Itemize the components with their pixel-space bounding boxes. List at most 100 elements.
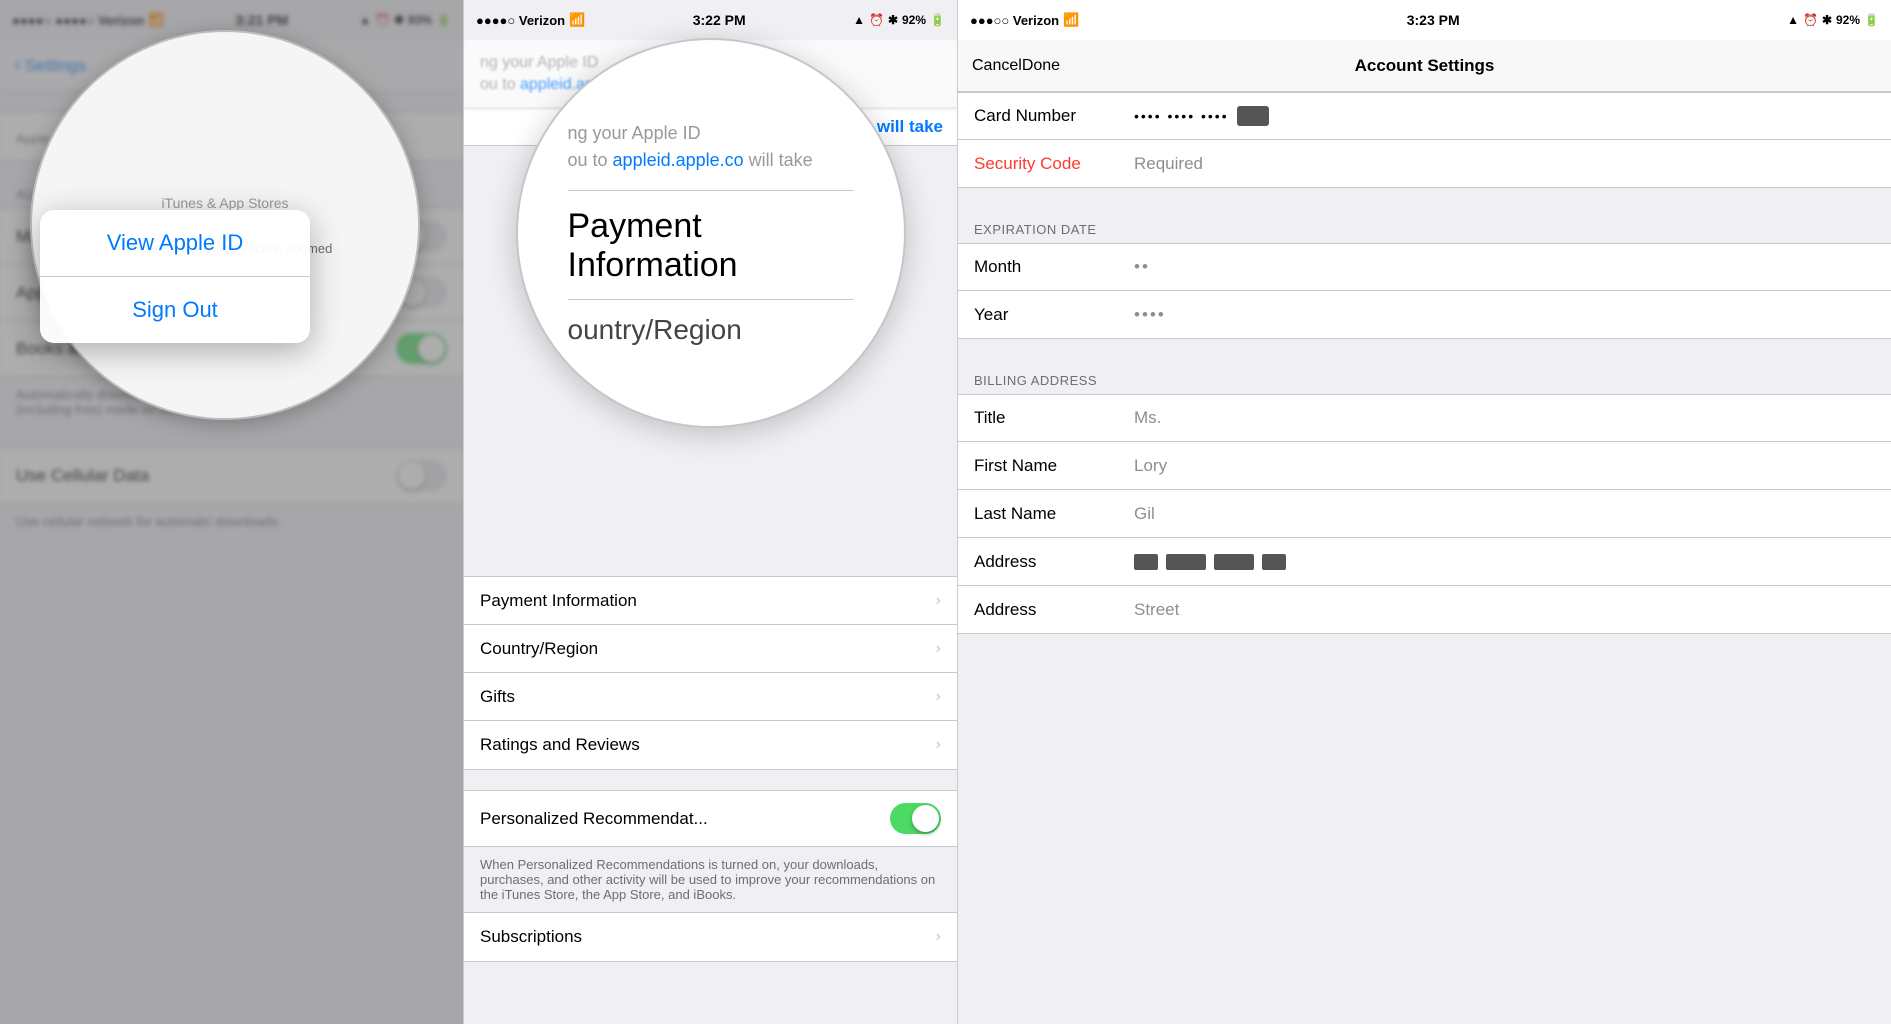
panel2-rows: Payment Information › Country/Region › G… <box>464 576 957 770</box>
panel-1-itunes-app-stores: ●●●●○ ●●●●○ Verizon 📶 3:21 PM ▲ ⏰ ✱ 93% … <box>0 0 463 1024</box>
done-button-3[interactable]: Done <box>1022 57 1060 75</box>
last-name-label: Last Name <box>974 504 1134 524</box>
popup-overlay: iTunes & App Stores Payment Information … <box>0 0 463 1024</box>
view-apple-id-button[interactable]: View Apple ID <box>40 210 310 277</box>
personalized-description: When Personalized Recommendations is tur… <box>464 847 957 912</box>
account-nav: Cancel Account Settings Done <box>958 40 1891 92</box>
year-row[interactable]: Year •••• <box>958 291 1891 339</box>
location-icon-3: ▲ <box>1787 13 1799 27</box>
year-label: Year <box>974 305 1134 325</box>
time-2: 3:22 PM <box>693 12 746 28</box>
address-row-1[interactable]: Address <box>958 538 1891 586</box>
ratings-chevron: › <box>936 736 941 754</box>
addr-block-4 <box>1262 554 1286 570</box>
cancel-button[interactable]: Cancel <box>972 57 1022 75</box>
battery-icon-3: 🔋 <box>1864 13 1879 27</box>
year-dots: •••• <box>1134 305 1166 324</box>
alarm-icon-3: ⏰ <box>1803 13 1818 27</box>
status-left-2: ●●●●○ Verizon 📶 <box>476 12 585 28</box>
alarm-icon-2: ⏰ <box>869 13 884 27</box>
card-number-row[interactable]: Card Number •••• •••• •••• <box>958 92 1891 140</box>
panel-3-account-settings: ●●●○○ Verizon 📶 3:23 PM ▲ ⏰ ✱ 92% 🔋 Canc… <box>957 0 1891 1024</box>
addr-block-3 <box>1214 554 1254 570</box>
magnifier-sub-text: ountry/Region <box>568 314 742 346</box>
card-dots: •••• •••• •••• <box>1134 108 1229 124</box>
card-last-four <box>1237 106 1269 126</box>
carrier-2: ●●●●○ Verizon <box>476 13 565 28</box>
gifts-row[interactable]: Gifts › <box>464 673 957 721</box>
wifi-icon-2: 📶 <box>569 12 585 28</box>
magnifier-circle-2: ng your Apple ID ou to appleid.apple.co … <box>516 38 906 428</box>
magnifier-top: ng your Apple ID ou to appleid.apple.co … <box>568 120 813 174</box>
security-code-row[interactable]: Security Code Required <box>958 140 1891 188</box>
month-row[interactable]: Month •• <box>958 243 1891 291</box>
done-button-2[interactable]: will take <box>877 117 943 137</box>
year-value: •••• <box>1134 305 1875 325</box>
sign-out-button[interactable]: Sign Out <box>40 277 310 343</box>
last-name-value: Gil <box>1134 504 1875 524</box>
personalized-section: Personalized Recommendat... <box>464 790 957 847</box>
last-name-row[interactable]: Last Name Gil <box>958 490 1891 538</box>
panel-2-itunes-settings: ●●●●○ Verizon 📶 3:22 PM ▲ ⏰ ✱ 92% 🔋 ng y… <box>463 0 957 1024</box>
status-right-2: ▲ ⏰ ✱ 92% 🔋 <box>853 13 945 27</box>
title-row[interactable]: Title Ms. <box>958 394 1891 442</box>
country-region-row[interactable]: Country/Region › <box>464 625 957 673</box>
magnifier-content-2: ng your Apple ID ou to appleid.apple.co … <box>518 40 904 426</box>
location-icon-2: ▲ <box>853 13 865 27</box>
title-label: Title <box>974 408 1134 428</box>
magnifier-link: appleid.apple.co <box>613 150 744 170</box>
battery-2: 92% <box>902 13 926 27</box>
battery-3: 92% <box>1836 13 1860 27</box>
status-bar-3: ●●●○○ Verizon 📶 3:23 PM ▲ ⏰ ✱ 92% 🔋 <box>958 0 1891 40</box>
ratings-reviews-label: Ratings and Reviews <box>480 735 640 755</box>
address-label-1: Address <box>974 552 1134 572</box>
ratings-reviews-row[interactable]: Ratings and Reviews › <box>464 721 957 769</box>
payment-chevron: › <box>936 592 941 610</box>
payment-info-row[interactable]: Payment Information › <box>464 577 957 625</box>
payment-section: Card Number •••• •••• •••• Security Code… <box>958 92 1891 188</box>
addr-block-2 <box>1166 554 1206 570</box>
bluetooth-icon-3: ✱ <box>1822 13 1832 27</box>
gifts-label: Gifts <box>480 687 515 707</box>
expiration-section: EXPIRATION DATE Month •• Year •••• <box>958 208 1891 339</box>
magnifier-payment-text: Payment Information <box>568 207 854 285</box>
carrier-3: ●●●○○ Verizon <box>970 13 1059 28</box>
bluetooth-icon-2: ✱ <box>888 13 898 27</box>
gifts-chevron: › <box>936 688 941 706</box>
month-label: Month <box>974 257 1134 277</box>
subscriptions-label: Subscriptions <box>480 927 582 947</box>
month-value: •• <box>1134 257 1875 277</box>
battery-icon-2: 🔋 <box>930 13 945 27</box>
address-blocks <box>1134 554 1286 570</box>
address-value-2: Street <box>1134 600 1875 620</box>
status-right-3: ▲ ⏰ ✱ 92% 🔋 <box>1787 13 1879 27</box>
first-name-label: First Name <box>974 456 1134 476</box>
status-bar-2: ●●●●○ Verizon 📶 3:22 PM ▲ ⏰ ✱ 92% 🔋 <box>464 0 957 40</box>
month-dots: •• <box>1134 257 1150 276</box>
expiration-header: EXPIRATION DATE <box>958 208 1891 243</box>
personalized-label: Personalized Recommendat... <box>480 809 708 829</box>
subscriptions-chevron: › <box>936 928 941 946</box>
rows-below-magnifier: Payment Information › Country/Region › G… <box>464 576 957 962</box>
first-name-row[interactable]: First Name Lory <box>958 442 1891 490</box>
personalized-toggle[interactable] <box>890 803 941 834</box>
country-chevron: › <box>936 640 941 658</box>
status-left-3: ●●●○○ Verizon 📶 <box>970 12 1079 28</box>
addr-block-1 <box>1134 554 1158 570</box>
account-settings-content: Card Number •••• •••• •••• Security Code… <box>958 92 1891 1024</box>
address-row-2[interactable]: Address Street <box>958 586 1891 634</box>
subscriptions-section: Subscriptions › <box>464 912 957 962</box>
billing-header: BILLING ADDRESS <box>958 359 1891 394</box>
popup-box: View Apple ID Sign Out <box>40 210 310 343</box>
security-code-value: Required <box>1134 154 1875 174</box>
personalized-toggle-knob <box>912 805 939 832</box>
address-label-2: Address <box>974 600 1134 620</box>
subscriptions-row[interactable]: Subscriptions › <box>464 913 957 961</box>
personalized-row[interactable]: Personalized Recommendat... <box>464 791 957 846</box>
personalized-desc-text: When Personalized Recommendations is tur… <box>480 857 941 902</box>
payment-info-label: Payment Information <box>480 591 637 611</box>
card-number-label: Card Number <box>974 106 1134 126</box>
magnifier-hint-1: iTunes & App Stores <box>161 195 288 211</box>
account-settings-title: Account Settings <box>1355 56 1495 76</box>
card-number-value: •••• •••• •••• <box>1134 106 1875 127</box>
